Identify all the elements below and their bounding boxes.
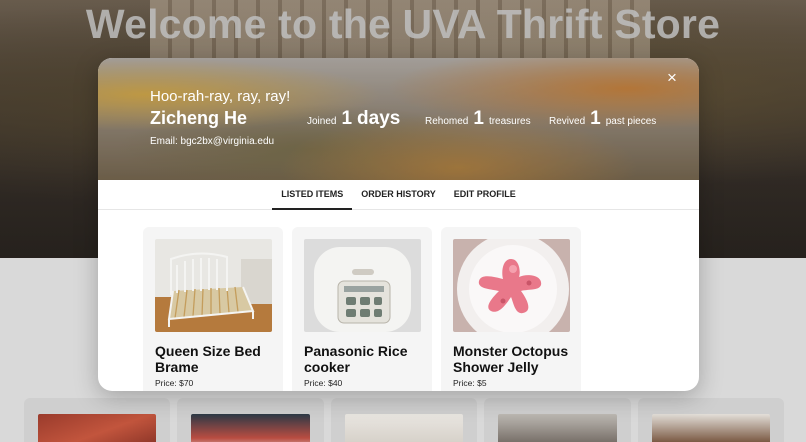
profile-email: Email: bgc2bx@virginia.edu — [150, 136, 275, 147]
close-icon[interactable]: × — [663, 69, 681, 87]
stat-rehomed-value: 1 — [473, 108, 484, 129]
item-price: Price: $70 — [155, 378, 194, 388]
stat-joined-unit: days — [357, 108, 401, 129]
profile-modal: × Hoo-rah-ray, ray, ray! Zicheng He Emai… — [98, 58, 699, 391]
stat-revived-unit: past pieces — [605, 116, 657, 127]
item-title: Monster Octopus Shower Jelly — [453, 343, 569, 375]
stat-rehomed-unit: treasures — [488, 116, 531, 127]
profile-name: Zicheng He — [150, 108, 248, 128]
stat-joined: Joined 1 days — [307, 108, 400, 130]
stat-rehomed-label: Rehomed — [425, 116, 469, 127]
profile-tabs: LISTED ITEMS ORDER HISTORY EDIT PROFILE — [98, 180, 699, 210]
stat-joined-label: Joined — [307, 116, 337, 127]
listed-items-grid: Queen Size Bed Brame Price: $70 Panasoni… — [98, 210, 699, 391]
profile-banner: × Hoo-rah-ray, ray, ray! Zicheng He Emai… — [98, 58, 699, 180]
tab-order-history[interactable]: ORDER HISTORY — [352, 180, 445, 210]
stat-joined-value: 1 — [341, 108, 353, 129]
item-card[interactable]: Panasonic Rice cooker Price: $40 — [292, 227, 432, 391]
tab-listed-items[interactable]: LISTED ITEMS — [272, 180, 353, 210]
bed-frame-photo — [155, 239, 272, 332]
tab-edit-profile[interactable]: EDIT PROFILE — [445, 180, 525, 210]
rice-cooker-photo — [304, 239, 421, 332]
item-title: Queen Size Bed Brame — [155, 343, 261, 375]
stat-rehomed: Rehomed 1 treasures — [425, 108, 531, 130]
profile-greeting: Hoo-rah-ray, ray, ray! — [150, 88, 291, 105]
stat-revived-value: 1 — [590, 108, 601, 129]
shower-jelly-photo — [453, 239, 570, 332]
item-card[interactable]: Queen Size Bed Brame Price: $70 — [143, 227, 283, 391]
stat-revived-label: Revived — [549, 116, 586, 127]
stat-revived: Revived 1 past pieces — [549, 108, 656, 130]
item-price: Price: $40 — [304, 378, 343, 388]
item-card[interactable]: Monster Octopus Shower Jelly Price: $5 — [441, 227, 581, 391]
item-price: Price: $5 — [453, 378, 487, 388]
item-title: Panasonic Rice cooker — [304, 343, 408, 375]
